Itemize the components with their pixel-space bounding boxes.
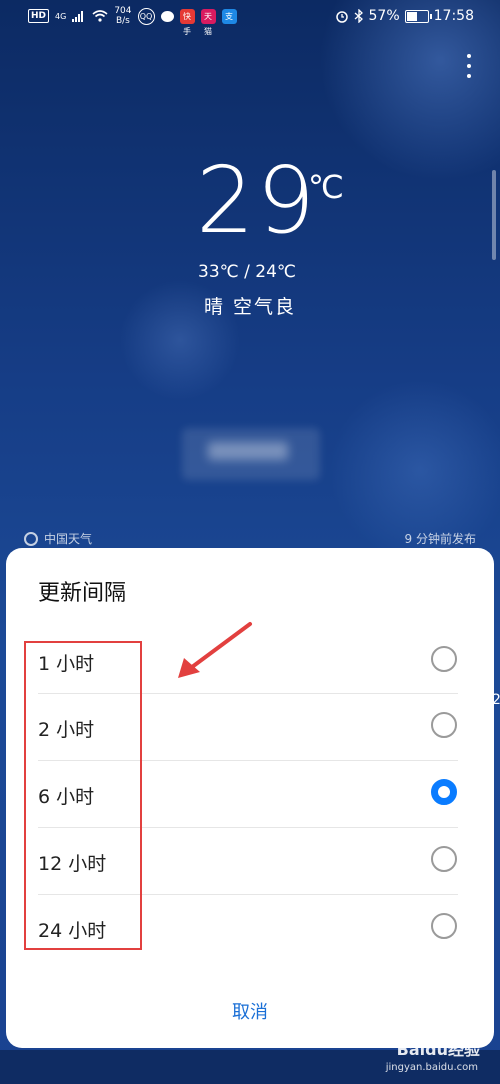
current-temperature: 29 (196, 147, 318, 254)
network-type: 4G (55, 11, 67, 21)
kuaishou-app-icon: 快手 (179, 8, 195, 36)
status-left: HD 4G 704 B/s QQ 快手 天猫 支 (28, 6, 237, 36)
signal-icon (72, 11, 84, 22)
battery-icon (404, 9, 432, 23)
speed-value: 704 (114, 6, 132, 16)
battery-level (406, 11, 417, 21)
annotation-arrow (178, 622, 252, 678)
watermark-url: jingyan.baidu.com (385, 1062, 478, 1073)
message-icon (160, 10, 174, 22)
wifi-icon (92, 10, 108, 22)
temperature-range: 33℃ / 24℃ (198, 262, 296, 282)
china-weather-icon (24, 531, 38, 546)
weather-description: 晴 空气良 (204, 296, 297, 318)
watermark-brand: Baidu经验 (396, 1040, 480, 1059)
radio-button[interactable] (431, 913, 457, 939)
status-bar: HD 4G 704 B/s QQ 快手 天猫 支 57% 17:58 (0, 0, 500, 36)
tmall-app-icon: 天猫 (200, 8, 216, 36)
bluetooth-icon (354, 9, 363, 23)
network-speed: 704 B/s (114, 6, 131, 26)
source-label: 中国天气 (44, 532, 93, 546)
status-right: 57% 17:58 (335, 8, 474, 24)
qq-app-icon: QQ (137, 7, 155, 25)
radio-button[interactable] (431, 712, 457, 738)
battery-percent: 57% (368, 8, 400, 24)
clock: 17:58 (433, 8, 474, 24)
publish-time: 9 分钟前发布 (404, 532, 476, 546)
blurred-text (208, 442, 288, 460)
scroll-indicator (492, 170, 496, 260)
alarm-icon (335, 11, 348, 23)
radio-button[interactable] (431, 779, 457, 805)
radio-button[interactable] (431, 846, 457, 872)
menu-dots-icon[interactable] (462, 54, 476, 84)
alipay-app-icon: 支 (221, 8, 237, 24)
radio-button[interactable] (431, 646, 457, 672)
annotation-highlight-box (24, 641, 142, 950)
dialog-title: 更新间隔 (38, 581, 127, 606)
weather-source: 中国天气 (24, 530, 92, 547)
temperature-unit: ℃ (308, 168, 344, 206)
battery-tip (429, 13, 432, 19)
speed-unit: B/s (115, 16, 130, 26)
cancel-button[interactable]: 取消 (6, 998, 494, 1024)
hd-badge: HD (28, 9, 50, 23)
